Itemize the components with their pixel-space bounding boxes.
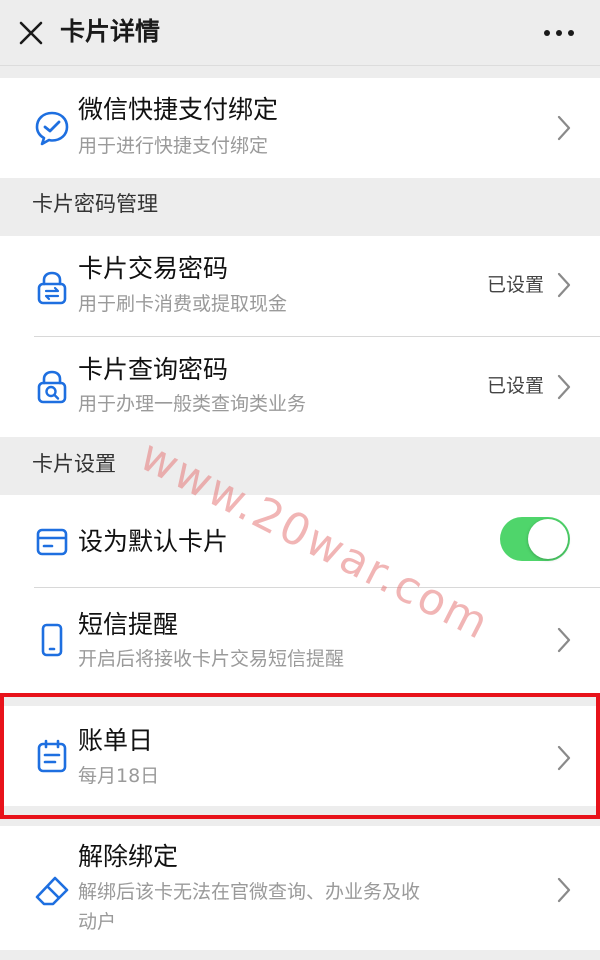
- close-icon[interactable]: [16, 18, 46, 48]
- query-password-row[interactable]: 卡片查询密码 用于办理一般类查询类业务 已设置: [0, 337, 600, 437]
- sms-reminder-title: 短信提醒: [78, 610, 179, 639]
- calendar-icon: [37, 739, 67, 773]
- chevron-right-icon: [557, 272, 571, 298]
- bill-day-row[interactable]: 账单日 每月18日: [0, 706, 600, 806]
- transaction-password-title: 卡片交易密码: [78, 254, 229, 283]
- unbind-subtitle-line-1: 解绑后该卡无法在官微查询、办业务及收: [78, 881, 421, 903]
- wechat-pay-binding-row[interactable]: 微信快捷支付绑定 用于进行快捷支付绑定: [0, 78, 600, 178]
- unbind-row[interactable]: 解除绑定 解绑后该卡无法在官微查询、办业务及收 动户: [0, 826, 600, 950]
- query-password-title: 卡片查询密码: [78, 355, 229, 384]
- chevron-right-icon: [557, 374, 571, 400]
- lock-icon: [37, 271, 67, 305]
- more-options-icon[interactable]: [542, 18, 576, 48]
- wechat-pay-icon: [35, 111, 69, 146]
- chevron-right-icon: [557, 115, 571, 141]
- wechat-pay-title: 微信快捷支付绑定: [78, 95, 279, 124]
- query-password-status: 已设置: [486, 375, 544, 397]
- sms-reminder-row[interactable]: 短信提醒 开启后将接收卡片交易短信提醒: [0, 588, 600, 693]
- phone-icon: [41, 623, 63, 657]
- page-title: 卡片详情: [60, 17, 161, 46]
- query-password-subtitle: 用于办理一般类查询类业务: [78, 393, 307, 415]
- transaction-password-subtitle: 用于刷卡消费或提取现金: [78, 293, 288, 315]
- eraser-icon: [35, 876, 69, 906]
- default-card-title: 设为默认卡片: [78, 527, 229, 556]
- transaction-password-status: 已设置: [486, 274, 544, 296]
- chevron-right-icon: [557, 745, 571, 771]
- chevron-right-icon: [557, 877, 571, 903]
- bottom-strip: [0, 950, 600, 960]
- card-icon: [36, 528, 68, 556]
- bill-day-subtitle: 每月18日: [78, 765, 160, 787]
- wechat-pay-subtitle: 用于进行快捷支付绑定: [78, 135, 269, 157]
- transaction-password-row[interactable]: 卡片交易密码 用于刷卡消费或提取现金 已设置: [0, 236, 600, 337]
- unbind-title: 解除绑定: [78, 842, 179, 871]
- default-card-toggle[interactable]: [500, 517, 570, 561]
- section-header-password: 卡片密码管理: [0, 178, 600, 236]
- toggle-knob: [528, 519, 568, 559]
- chevron-right-icon: [557, 627, 571, 653]
- section-header-settings: 卡片设置: [0, 437, 600, 495]
- bill-day-title: 账单日: [78, 726, 154, 755]
- unbind-subtitle-line-2: 动户: [78, 911, 117, 933]
- sms-reminder-subtitle: 开启后将接收卡片交易短信提醒: [78, 648, 345, 670]
- section-label-password: 卡片密码管理: [32, 192, 158, 216]
- lock-search-icon: [37, 370, 67, 404]
- section-label-settings: 卡片设置: [32, 452, 116, 476]
- top-bar: 卡片详情: [0, 0, 600, 66]
